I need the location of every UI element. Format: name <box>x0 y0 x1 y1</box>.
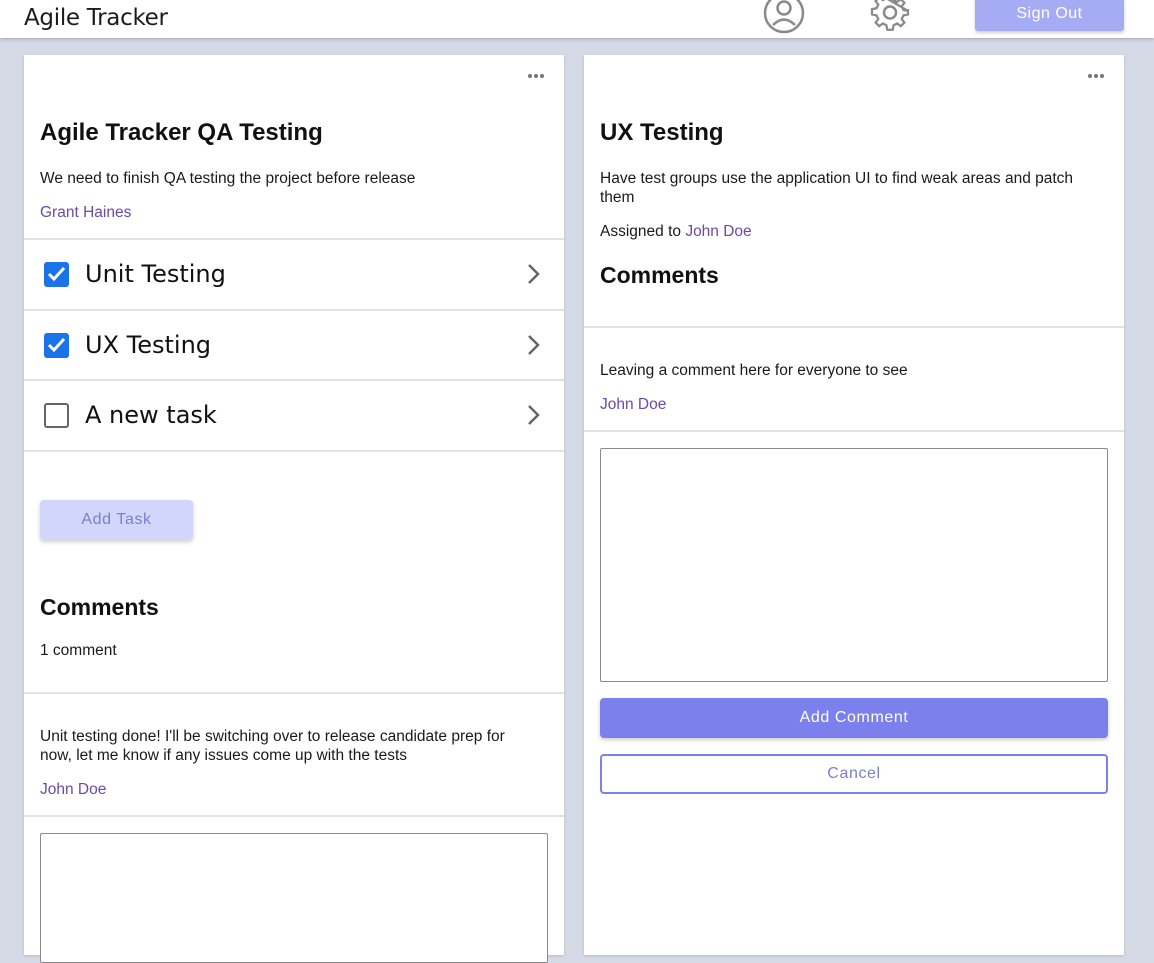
task-row[interactable]: UX Testing <box>24 311 564 380</box>
task-detail-panel: UX Testing Have test groups use the appl… <box>584 55 1124 955</box>
comments-heading: Comments <box>600 262 719 288</box>
add-task-button[interactable]: Add Task <box>40 500 193 540</box>
task-title: UX Testing <box>600 119 724 146</box>
comment-text: Unit testing done! I'll be switching ove… <box>40 728 505 764</box>
sign-out-button[interactable]: Sign Out <box>975 0 1124 31</box>
project-author[interactable]: Grant Haines <box>40 204 131 222</box>
comment-input[interactable] <box>40 833 548 963</box>
project-title: Agile Tracker QA Testing <box>40 119 323 146</box>
project-description: We need to finish QA testing the project… <box>40 170 416 187</box>
assignee-link[interactable]: John Doe <box>685 223 751 240</box>
comment-author[interactable]: John Doe <box>40 781 106 799</box>
task-row[interactable]: Unit Testing <box>24 240 564 309</box>
more-options-icon[interactable] <box>528 73 544 79</box>
comments-heading: Comments <box>40 594 159 620</box>
comment-count: 1 comment <box>40 642 117 659</box>
chevron-right-icon[interactable] <box>526 334 542 361</box>
divider <box>584 326 1124 328</box>
task-row[interactable]: A new task <box>24 381 564 450</box>
assigned-prefix: Assigned to <box>600 223 681 240</box>
project-panel: Agile Tracker QA Testing We need to fini… <box>24 55 564 963</box>
divider <box>24 692 564 694</box>
chevron-right-icon[interactable] <box>526 404 542 431</box>
more-options-icon[interactable] <box>1088 73 1104 79</box>
divider <box>584 430 1124 432</box>
task-description: Have test groups use the application UI … <box>600 170 1074 206</box>
task-checkbox[interactable] <box>44 262 69 287</box>
task-label: A new task <box>85 401 217 429</box>
comment-input[interactable] <box>600 448 1108 682</box>
comment-text: Leaving a comment here for everyone to s… <box>600 362 908 379</box>
top-bar: Agile Tracker Sign Out <box>0 0 1154 38</box>
assigned-line: Assigned to John Doe <box>600 223 752 241</box>
app-title: Agile Tracker <box>24 5 168 31</box>
add-comment-button[interactable]: Add Comment <box>600 698 1108 738</box>
profile-icon[interactable] <box>761 0 807 39</box>
task-checkbox[interactable] <box>44 403 69 428</box>
comment-author[interactable]: John Doe <box>600 396 666 414</box>
task-checkbox[interactable] <box>44 333 69 358</box>
divider <box>24 450 564 452</box>
chevron-right-icon[interactable] <box>526 263 542 290</box>
cancel-button[interactable]: Cancel <box>600 754 1108 794</box>
task-label: UX Testing <box>85 331 212 359</box>
task-label: Unit Testing <box>85 260 226 288</box>
divider <box>24 815 564 817</box>
gear-icon[interactable] <box>868 0 912 38</box>
